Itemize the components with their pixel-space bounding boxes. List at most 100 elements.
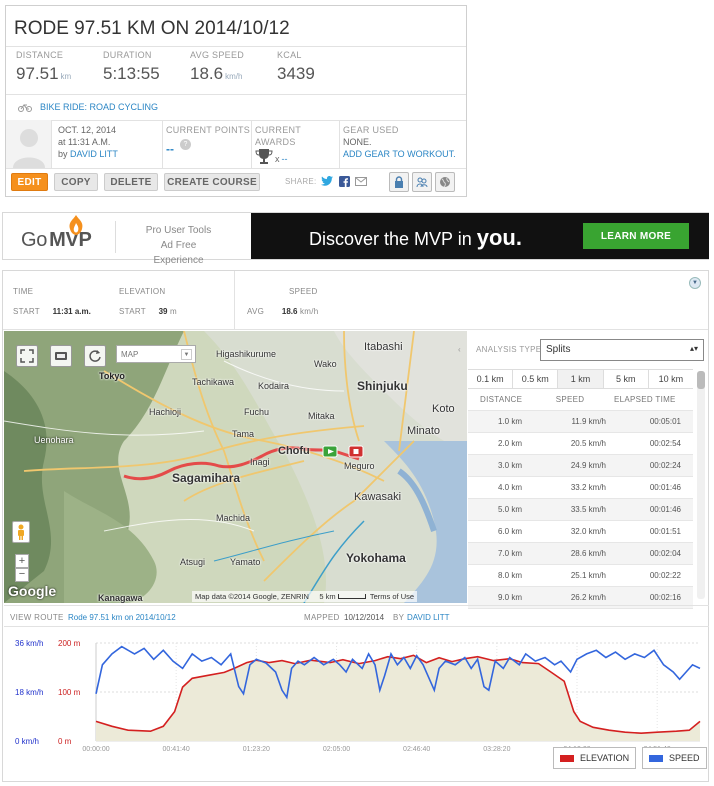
learn-more-button[interactable]: LEARN MORE bbox=[583, 223, 689, 249]
facebook-icon[interactable] bbox=[337, 174, 351, 188]
workout-date: OCT. 12, 2014 at 11:31 A.M. by DAVID LIT… bbox=[58, 124, 118, 160]
x-tick-label: 02:05:00 bbox=[323, 746, 350, 753]
cell-distance: 4.0 km bbox=[497, 483, 522, 492]
activity-type[interactable]: BIKE RIDE: ROAD CYCLING bbox=[18, 102, 158, 112]
cell-distance: 7.0 km bbox=[497, 549, 522, 558]
google-logo: Google bbox=[8, 583, 57, 599]
divider bbox=[6, 120, 466, 121]
gear-label: GEAR USED bbox=[343, 125, 399, 135]
table-row: 6.0 km 32.0 km/h 00:01:51 bbox=[468, 521, 693, 543]
zoom-in-button[interactable]: + bbox=[15, 554, 29, 568]
elevation-start: START 39 m bbox=[119, 307, 177, 316]
delete-button[interactable]: DELETE bbox=[104, 173, 158, 191]
divider bbox=[251, 120, 252, 168]
edit-button[interactable]: EDIT bbox=[11, 173, 48, 191]
mapped-label: MAPPED bbox=[304, 613, 340, 622]
place-label-wako: Wako bbox=[314, 359, 337, 369]
3d-view-icon[interactable] bbox=[50, 345, 72, 367]
refresh-icon[interactable] bbox=[84, 345, 106, 367]
zoom-out-button[interactable]: − bbox=[15, 568, 29, 582]
fullscreen-icon[interactable] bbox=[16, 345, 38, 367]
avatar[interactable] bbox=[6, 120, 52, 168]
analysis-type-value: Splits bbox=[546, 344, 571, 355]
route-map[interactable]: Tokyo Itabashi Higashikurume Wako Tachik… bbox=[4, 331, 467, 603]
author-link[interactable]: DAVID LITT bbox=[70, 149, 118, 159]
cell-speed: 33.2 km/h bbox=[570, 483, 606, 492]
cell-elapsed: 00:02:22 bbox=[649, 571, 681, 580]
add-gear-link[interactable]: ADD GEAR TO WORKOUT. bbox=[343, 148, 456, 160]
awards-count: -- bbox=[281, 154, 288, 164]
place-label-yokohama: Yokohama bbox=[346, 551, 406, 565]
globe-icon[interactable] bbox=[435, 172, 455, 192]
cell-distance: 1.0 km bbox=[497, 417, 522, 426]
current-points: CURRENT POINTS --? bbox=[166, 124, 250, 155]
place-label-yamato: Yamato bbox=[230, 557, 261, 567]
cell-distance: 8.0 km bbox=[497, 571, 522, 580]
cell-elapsed: 00:01:51 bbox=[649, 527, 681, 536]
stat-kcal: KCAL 3439 bbox=[277, 50, 315, 84]
map-type-select[interactable]: MAP ▼ bbox=[116, 345, 196, 363]
y-right-tick-label: 100 m bbox=[58, 688, 81, 697]
tab-1-km[interactable]: 1 km bbox=[558, 370, 604, 388]
help-icon[interactable]: ? bbox=[180, 139, 191, 150]
analysis-type-select[interactable]: Splits ▴▾ bbox=[540, 339, 704, 361]
twitter-icon[interactable] bbox=[320, 174, 334, 188]
scrollbar-thumb[interactable] bbox=[697, 371, 705, 389]
create-course-button[interactable]: CREATE COURSE bbox=[164, 173, 260, 191]
y-left-tick-label: 18 km/h bbox=[15, 688, 43, 697]
share-label: SHARE: bbox=[285, 177, 317, 186]
copy-button[interactable]: COPY bbox=[54, 173, 98, 191]
tab-5-km[interactable]: 5 km bbox=[604, 370, 649, 388]
cell-speed: 11.9 km/h bbox=[571, 417, 606, 426]
elevation-area bbox=[96, 655, 700, 741]
table-row: 4.0 km 33.2 km/h 00:01:46 bbox=[468, 477, 693, 499]
email-icon[interactable] bbox=[354, 174, 368, 188]
splits-scrollbar[interactable] bbox=[697, 371, 705, 599]
legend-speed[interactable]: SPEED bbox=[642, 747, 707, 769]
y-left-tick-label: 0 km/h bbox=[15, 737, 39, 746]
cell-speed: 25.1 km/h bbox=[570, 571, 606, 580]
awards-prefix: x bbox=[275, 154, 280, 164]
cell-distance: 3.0 km bbox=[497, 461, 522, 470]
tab-0-5-km[interactable]: 0.5 km bbox=[513, 370, 559, 388]
terms-link[interactable]: Terms of Use bbox=[370, 592, 414, 601]
pegman-icon[interactable] bbox=[12, 521, 30, 543]
mapped-author-link[interactable]: DAVID LITT bbox=[407, 613, 450, 622]
discover-line: Discover the MVP in bbox=[309, 229, 472, 249]
elevation-swatch bbox=[560, 754, 574, 762]
place-label-meguro: Meguro bbox=[344, 461, 375, 471]
place-label-higashikurume: Higashikurume bbox=[216, 349, 277, 359]
split-distance-tabs: 0.1 km 0.5 km 1 km 5 km 10 km bbox=[468, 369, 693, 389]
workout-title: RODE 97.51 KM ON 2014/10/12 bbox=[14, 18, 290, 39]
flame-icon bbox=[69, 215, 83, 235]
route-name-link[interactable]: Rode 97.51 km on 2014/10/12 bbox=[68, 613, 176, 622]
stat-value: 97.51 bbox=[16, 64, 59, 83]
panel-toggle-icon[interactable]: ‹ bbox=[458, 345, 461, 354]
avg-label: AVG bbox=[247, 307, 265, 316]
time-label: TIME bbox=[13, 287, 34, 296]
scale-text: 5 km bbox=[319, 592, 336, 601]
tab-10-km[interactable]: 10 km bbox=[649, 370, 693, 388]
friends-icon[interactable] bbox=[412, 172, 432, 192]
activity-link[interactable]: BIKE RIDE: ROAD CYCLING bbox=[40, 102, 158, 112]
start-label: START bbox=[119, 307, 146, 316]
lock-icon[interactable] bbox=[389, 172, 409, 192]
mvp-banner[interactable]: Go MVP Pro User Tools Ad Free Experience … bbox=[2, 212, 709, 266]
place-label-atsugi: Atsugi bbox=[180, 557, 206, 567]
map-labels: Tokyo Itabashi Higashikurume Wako Tachik… bbox=[4, 331, 467, 603]
cell-speed: 24.9 km/h bbox=[570, 461, 606, 470]
place-label-kodaira: Kodaira bbox=[258, 381, 290, 391]
place-label-minato: Minato bbox=[407, 425, 441, 437]
by-prefix: by bbox=[58, 149, 68, 159]
cell-distance: 6.0 km bbox=[497, 527, 522, 536]
mvp-logo: Go MVP bbox=[21, 215, 92, 252]
header-distance: DISTANCE bbox=[480, 395, 523, 404]
pro-line: Pro User Tools bbox=[145, 225, 212, 236]
cell-elapsed: 00:02:16 bbox=[649, 593, 681, 602]
collapse-toggle-icon[interactable]: ▼ bbox=[689, 277, 701, 289]
mvp-ad[interactable]: Discover the MVP in you. LEARN MORE bbox=[251, 213, 709, 259]
x-tick-label: 00:41:40 bbox=[163, 746, 190, 753]
stat-value: 5:13:55 bbox=[103, 64, 160, 83]
legend-elevation[interactable]: ELEVATION bbox=[553, 747, 637, 769]
tab-0-1-km[interactable]: 0.1 km bbox=[468, 370, 514, 388]
